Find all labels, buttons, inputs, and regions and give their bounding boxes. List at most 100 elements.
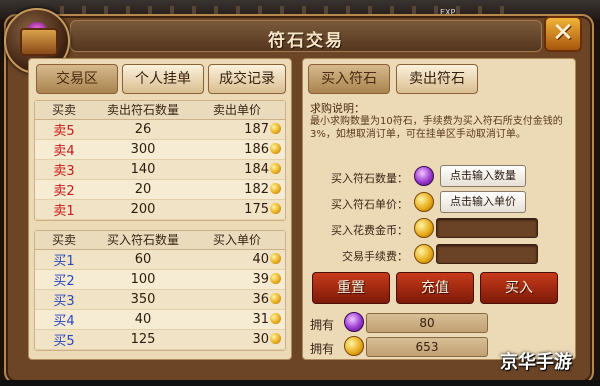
recharge-button[interactable]: 充值 (396, 272, 474, 304)
order-price-cell: 187 (193, 122, 285, 137)
order-type: 卖3 (53, 164, 75, 179)
cost-value-field (436, 218, 538, 238)
description-title: 求购说明： (310, 102, 365, 115)
fee-value-field (436, 244, 538, 264)
order-price-cell: 30 (193, 332, 285, 347)
rune-stone-icon (414, 166, 434, 186)
order-price-cell: 39 (193, 272, 285, 287)
table-row[interactable]: 卖3 140 184 (35, 160, 285, 180)
table-row[interactable]: 买3 350 36 (35, 290, 285, 310)
fee-label: 交易手续费： (342, 250, 408, 263)
cost-label: 买入花费金币： (331, 224, 408, 237)
order-price-cell: 184 (193, 162, 285, 177)
tab-market[interactable]: 交易区 (36, 64, 118, 94)
order-quantity: 200 (130, 202, 156, 217)
gold-coin-icon (270, 163, 281, 174)
order-type: 卖5 (53, 124, 75, 139)
order-quantity: 26 (134, 122, 152, 137)
table-row[interactable]: 卖1 200 175 (35, 200, 285, 220)
order-price-cell: 40 (193, 252, 285, 267)
gold-coin-icon (270, 123, 281, 134)
table-row[interactable]: 买5 125 30 (35, 330, 285, 350)
table-row[interactable]: 买4 40 31 (35, 310, 285, 330)
order-price: 187 (244, 122, 269, 137)
owned-gold-label: 拥有 (310, 342, 335, 356)
col-type: 买卖 (51, 233, 76, 247)
price-input-button[interactable]: 点击输入单价 (440, 191, 526, 213)
order-type: 买1 (53, 254, 75, 269)
window-title: 符石交易 (268, 31, 344, 51)
order-quantity: 140 (130, 162, 156, 177)
tab-my-orders[interactable]: 个人挂单 (122, 64, 204, 94)
order-type: 卖1 (53, 204, 75, 219)
tab-sell-stones[interactable]: 卖出符石 (396, 64, 478, 94)
gold-coin-icon (414, 244, 434, 264)
order-price-cell: 175 (193, 202, 285, 217)
gold-coin-icon (270, 183, 281, 194)
order-quantity: 300 (130, 142, 156, 157)
order-quantity: 100 (130, 272, 156, 287)
tab-buy-stones[interactable]: 买入符石 (308, 64, 390, 94)
order-quantity: 60 (134, 252, 152, 267)
order-price: 31 (252, 312, 269, 327)
gold-coin-icon (270, 293, 281, 304)
col-quantity: 卖出符石数量 (106, 103, 179, 117)
rune-stone-icon (344, 312, 364, 332)
order-quantity: 20 (134, 182, 152, 197)
order-price: 186 (244, 142, 269, 157)
tab-trade-history[interactable]: 成交记录 (208, 64, 286, 94)
order-price-cell: 36 (193, 292, 285, 307)
order-type: 买3 (53, 294, 75, 309)
order-type: 买5 (53, 334, 75, 349)
table-row[interactable]: 买2 100 39 (35, 270, 285, 290)
order-type: 卖2 (53, 184, 75, 199)
owned-stone-label: 拥有 (310, 318, 335, 332)
order-price-cell: 182 (193, 182, 285, 197)
buy-button[interactable]: 买入 (480, 272, 558, 304)
order-price: 30 (252, 332, 269, 347)
price-label: 买入符石单价： (331, 198, 408, 211)
order-price-cell: 31 (193, 312, 285, 327)
order-type: 买4 (53, 314, 75, 329)
order-price: 175 (244, 202, 269, 217)
order-quantity: 350 (130, 292, 156, 307)
order-type: 卖4 (53, 144, 75, 159)
col-quantity: 买入符石数量 (106, 233, 179, 247)
purchase-description: 求购说明： 最小求购数量为10符石，手续费为买入符石所支付金钱的3%，如想取消订… (310, 102, 568, 154)
order-price: 40 (252, 252, 269, 267)
bottom-strip (0, 380, 600, 386)
gold-coin-icon (414, 218, 434, 238)
watermark-text: 京华手游 (500, 352, 572, 373)
col-price: 卖出单价 (212, 103, 261, 117)
order-type: 买2 (53, 274, 75, 289)
table-row[interactable]: 卖5 26 187 (35, 120, 285, 140)
order-price-cell: 186 (193, 142, 285, 157)
order-quantity: 125 (130, 332, 156, 347)
gold-coin-icon (344, 336, 364, 356)
table-row[interactable]: 卖2 20 182 (35, 180, 285, 200)
title-bar: 符石交易 (70, 20, 542, 52)
buy-orders-table: 买卖 买入符石数量 买入单价 买1 60 40 买2 100 39 买3 350… (34, 230, 286, 351)
table-row[interactable]: 卖4 300 186 (35, 140, 285, 160)
gold-coin-icon (270, 253, 281, 264)
gold-coin-icon (270, 143, 281, 154)
gold-coin-icon (270, 273, 281, 284)
owned-gold-count: 653 (366, 337, 488, 357)
gold-coin-icon (414, 192, 434, 212)
gold-coin-icon (270, 313, 281, 324)
order-price: 36 (252, 292, 269, 307)
gold-coin-icon (270, 333, 281, 344)
table-header: 买卖 卖出符石数量 卖出单价 (35, 101, 285, 120)
description-body: 最小求购数量为10符石，手续费为买入符石所支付金钱的3%，如想取消订单，可在挂单… (310, 116, 563, 140)
quantity-label: 买入符石数量： (331, 172, 408, 185)
close-button[interactable]: ✕ (544, 16, 582, 52)
sell-orders-table: 买卖 卖出符石数量 卖出单价 卖5 26 187 卖4 300 186 卖3 1… (34, 100, 286, 221)
table-row[interactable]: 买1 60 40 (35, 250, 285, 270)
col-price: 买入单价 (212, 233, 261, 247)
col-type: 买卖 (51, 103, 76, 117)
table-header: 买卖 买入符石数量 买入单价 (35, 231, 285, 250)
order-quantity: 40 (134, 312, 152, 327)
quantity-input-button[interactable]: 点击输入数量 (440, 165, 526, 187)
reset-button[interactable]: 重置 (312, 272, 390, 304)
chest-box (20, 28, 58, 56)
